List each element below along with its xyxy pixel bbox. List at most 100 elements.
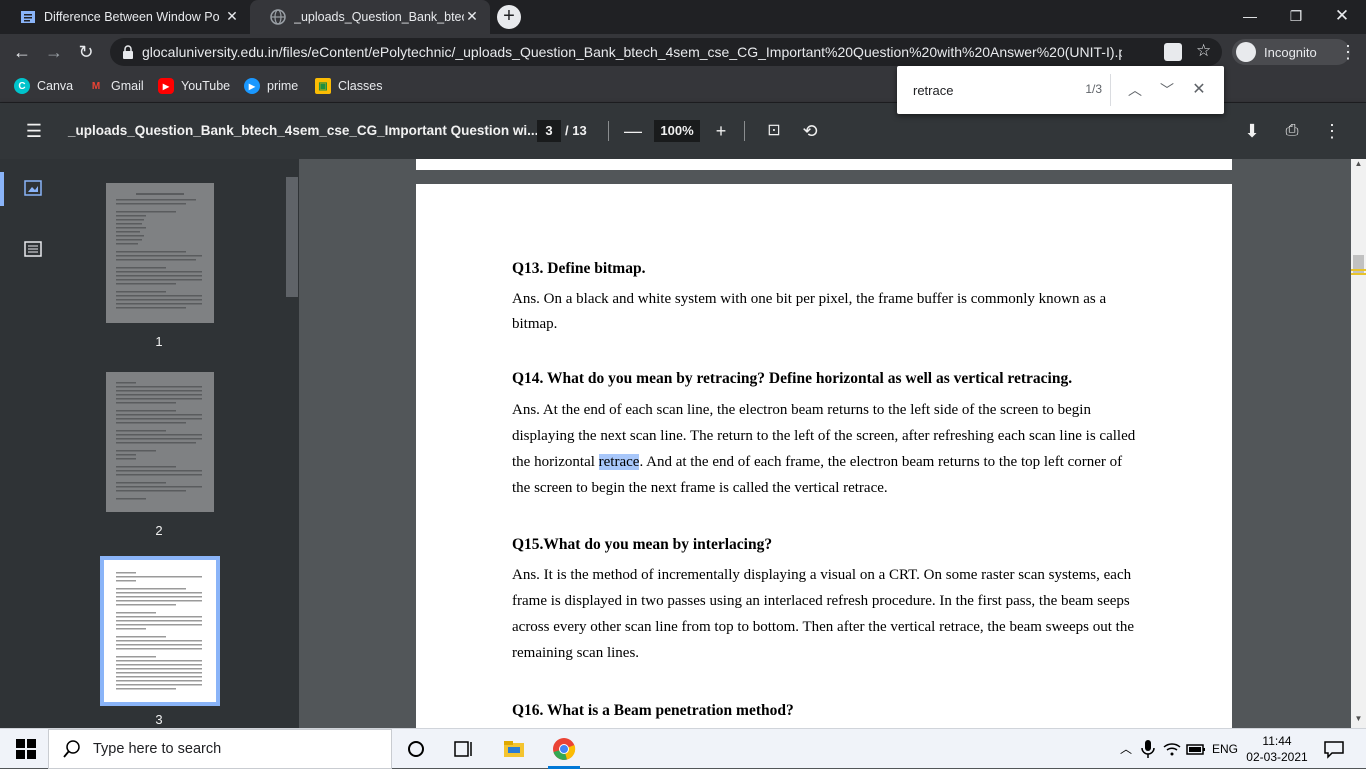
- minimize-icon[interactable]: —: [1238, 6, 1262, 26]
- zoom-out-icon[interactable]: —: [621, 119, 645, 143]
- answer-14-line: Ans. At the end of each scan line, the e…: [512, 402, 1091, 418]
- answer-13-line: Ans. On a black and white system with on…: [512, 291, 1107, 307]
- tab-difference-window-port[interactable]: Difference Between Window Port ✕: [0, 0, 250, 34]
- zoom-level-input[interactable]: 100%: [654, 120, 700, 142]
- browser-toolbar: ← → ↻ glocaluniversity.edu.in/files/eCon…: [0, 34, 1366, 70]
- tab-strip: Difference Between Window Port ✕ _upload…: [0, 0, 1366, 34]
- page-thumbnail-3-selected[interactable]: [100, 556, 220, 706]
- scrollbar-thumb[interactable]: [1353, 255, 1364, 275]
- text-run: . And at the end of each frame, the elec…: [639, 454, 1123, 470]
- taskbar-search[interactable]: Type here to search: [48, 729, 392, 769]
- bookmark-label: prime: [267, 79, 299, 93]
- sidebar-menu-icon[interactable]: ☰: [22, 119, 46, 143]
- tab-uploads-question-bank[interactable]: _uploads_Question_Bank_btech_4 ✕: [250, 0, 490, 34]
- bookmark-classes[interactable]: ▣ Classes: [315, 76, 382, 96]
- print-icon[interactable]: ⎙: [1280, 119, 1304, 143]
- bookmark-star-icon[interactable]: ☆: [1196, 41, 1211, 61]
- gmail-icon: M: [91, 80, 101, 92]
- page-total: / 13: [565, 123, 587, 138]
- windows-start-icon[interactable]: [14, 737, 38, 761]
- search-match-marker: [1351, 269, 1366, 271]
- tab-title: _uploads_Question_Bank_btech_4: [294, 10, 464, 24]
- new-tab-button[interactable]: +: [497, 5, 521, 29]
- scroll-down-icon[interactable]: ▼: [1351, 714, 1366, 728]
- thumbnail-number: 3: [155, 712, 163, 727]
- show-hidden-icons[interactable]: ︿: [1114, 737, 1138, 761]
- task-view-icon[interactable]: [452, 737, 476, 761]
- divider: [608, 121, 609, 141]
- close-window-icon[interactable]: ✕: [1330, 6, 1354, 26]
- rail-selected-indicator: [0, 172, 4, 206]
- answer-14-line: the screen to begin the next frame is ca…: [512, 480, 888, 496]
- question-13: Q13. Define bitmap.: [512, 260, 646, 277]
- canva-icon: C: [14, 78, 30, 94]
- page-thumbnail-1[interactable]: [106, 183, 214, 323]
- answer-14-line: the horizontal retrace. And at the end o…: [512, 449, 1182, 475]
- pdf-more-icon[interactable]: ⋮: [1320, 119, 1344, 143]
- download-icon[interactable]: ⬇: [1240, 119, 1264, 143]
- thumbnail-number: 2: [155, 523, 163, 538]
- main-scrollbar[interactable]: ▲ ▼: [1351, 159, 1366, 728]
- incognito-icon: [1236, 42, 1256, 62]
- wifi-icon[interactable]: [1160, 737, 1184, 761]
- language-indicator[interactable]: ENG: [1212, 742, 1238, 756]
- bookmark-gmail[interactable]: M Gmail: [88, 76, 144, 96]
- answer-15-line: remaining scan lines.: [512, 645, 640, 661]
- bookmark-label: YouTube: [181, 79, 231, 93]
- bookmark-youtube[interactable]: ▶ YouTube: [158, 76, 230, 96]
- system-clock[interactable]: 11:44 02-03-2021: [1244, 733, 1310, 765]
- answer-14-line: displaying the next scan line. The retur…: [512, 428, 1136, 444]
- thumbnail-number: 1: [155, 334, 163, 349]
- file-explorer-icon[interactable]: [502, 737, 526, 761]
- lock-icon: [122, 45, 134, 59]
- thumbnails-icon[interactable]: [24, 180, 44, 198]
- back-icon[interactable]: ←: [10, 40, 34, 64]
- reload-icon[interactable]: ↻: [74, 40, 98, 64]
- windows-taskbar: Type here to search ︿ ENG 11:44 02-03-20…: [0, 728, 1366, 769]
- scroll-up-icon[interactable]: ▲: [1351, 159, 1366, 173]
- close-icon[interactable]: ✕: [464, 8, 480, 24]
- previous-page-bottom: [416, 159, 1232, 170]
- outline-icon[interactable]: [24, 241, 44, 259]
- sidebar-scrollbar-thumb[interactable]: [286, 177, 298, 297]
- thumbnail-text-lines: [116, 382, 202, 500]
- bookmark-canva[interactable]: C Canva: [14, 76, 73, 96]
- find-close-icon[interactable]: ✕: [1189, 80, 1209, 100]
- incognito-label: Incognito: [1264, 44, 1317, 60]
- incognito-badge[interactable]: Incognito: [1232, 39, 1350, 65]
- search-placeholder: Type here to search: [93, 741, 222, 757]
- find-in-page-icon[interactable]: [1164, 43, 1182, 61]
- find-match-count: 1/3: [1085, 82, 1102, 96]
- microphone-icon[interactable]: [1136, 737, 1160, 761]
- cortana-icon[interactable]: [404, 737, 428, 761]
- find-next-icon[interactable]: ﹀: [1157, 80, 1177, 100]
- find-divider: [1110, 74, 1111, 106]
- answer-15-line: across every other scan line from top to…: [512, 619, 1134, 635]
- address-bar[interactable]: glocaluniversity.edu.in/files/eContent/e…: [110, 38, 1222, 66]
- bookmark-label: Canva: [37, 79, 74, 93]
- page-number-input[interactable]: 3: [537, 120, 561, 142]
- fit-to-page-icon[interactable]: ⊡: [762, 119, 786, 143]
- menu-kebab-icon[interactable]: ⋮: [1336, 40, 1360, 64]
- bookmark-label: Gmail: [111, 79, 144, 93]
- find-previous-icon[interactable]: ︿: [1125, 80, 1145, 100]
- restore-icon[interactable]: ❐: [1284, 6, 1308, 26]
- chrome-taskbar-icon[interactable]: [552, 737, 576, 761]
- answer-13-line: bitmap.: [512, 316, 558, 332]
- search-icon: [63, 740, 81, 758]
- youtube-icon: ▶: [158, 78, 174, 94]
- pdf-page-3: Q13. Define bitmap. Ans. On a black and …: [416, 184, 1232, 728]
- forward-icon[interactable]: →: [42, 40, 66, 64]
- pdf-title: _uploads_Question_Bank_btech_4sem_cse_CG…: [68, 123, 539, 138]
- notification-icon[interactable]: [1322, 737, 1346, 761]
- question-15: Q15.What do you mean by interlacing?: [512, 536, 773, 553]
- bookmark-prime[interactable]: ▶ prime: [244, 76, 298, 96]
- find-input[interactable]: [913, 81, 1063, 99]
- rotate-icon[interactable]: ⟲: [798, 119, 822, 143]
- question-14: Q14. What do you mean by retracing? Defi…: [512, 370, 1073, 387]
- battery-icon[interactable]: [1184, 737, 1208, 761]
- close-icon[interactable]: ✕: [224, 8, 240, 24]
- zoom-in-icon[interactable]: +: [709, 119, 733, 143]
- clock-date: 02-03-2021: [1246, 750, 1308, 764]
- page-thumbnail-2[interactable]: [106, 372, 214, 512]
